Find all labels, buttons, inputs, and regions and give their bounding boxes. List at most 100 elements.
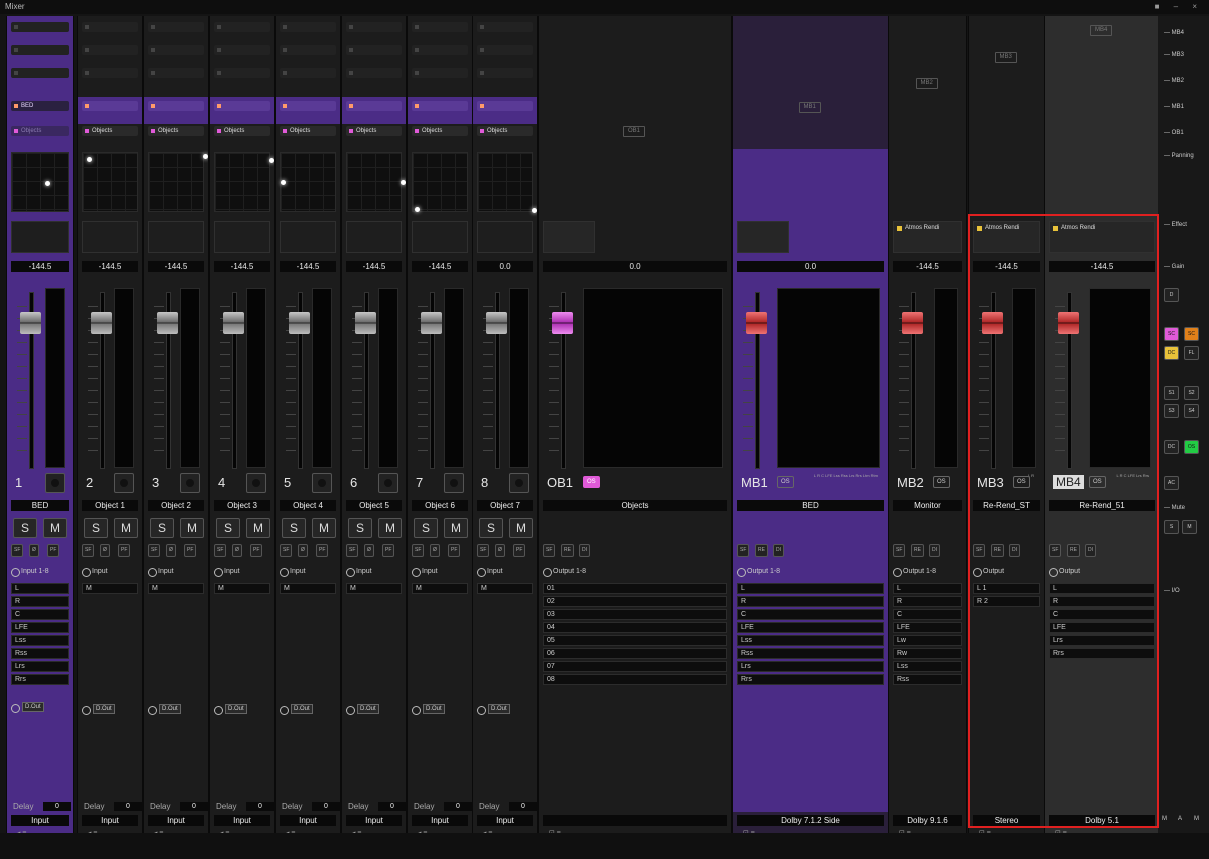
send-slot-objects[interactable]: Objects bbox=[82, 126, 138, 136]
sidebar-section-io[interactable]: — I/O bbox=[1164, 588, 1180, 594]
pf-button[interactable]: PF bbox=[448, 544, 461, 557]
di-button[interactable]: DI bbox=[1085, 544, 1096, 557]
effect-slot[interactable] bbox=[737, 221, 789, 253]
phase-button[interactable]: Ø bbox=[29, 544, 39, 557]
delay-value[interactable]: 0 bbox=[312, 802, 340, 811]
send-slot-bed[interactable] bbox=[412, 101, 468, 111]
pan-position-dot[interactable] bbox=[87, 157, 92, 162]
direct-out[interactable]: D.Out bbox=[82, 704, 115, 715]
re-button[interactable]: RE bbox=[755, 544, 768, 557]
phase-button[interactable]: Ø bbox=[298, 544, 308, 557]
sidebar-toggle[interactable]: D bbox=[1164, 288, 1179, 302]
io-channel[interactable]: 05 bbox=[543, 635, 727, 646]
io-channel[interactable]: 08 bbox=[543, 674, 727, 685]
effect-name[interactable]: Atmos Rendi bbox=[897, 225, 939, 231]
io-channel[interactable]: Lss bbox=[737, 635, 884, 646]
pf-button[interactable]: PF bbox=[184, 544, 197, 557]
os-badge[interactable]: OS bbox=[777, 476, 794, 488]
effect-slot[interactable]: Atmos Rendi bbox=[1049, 221, 1155, 253]
sidebar-bottom-button[interactable]: A bbox=[1178, 816, 1182, 822]
gain-readout[interactable]: -144.5 bbox=[280, 261, 336, 272]
panner[interactable] bbox=[214, 152, 274, 212]
effect-name[interactable]: Atmos Rendi bbox=[977, 225, 1019, 231]
strip-name[interactable]: Object 4 bbox=[280, 500, 336, 511]
effect-slot[interactable]: Atmos Rendi bbox=[973, 221, 1040, 253]
effect-slot[interactable] bbox=[346, 221, 402, 253]
io-channel[interactable]: Rrs bbox=[1049, 648, 1155, 659]
sf-button[interactable]: SF bbox=[973, 544, 986, 557]
sidebar-section-mb3[interactable]: — MB3 bbox=[1164, 52, 1184, 58]
pf-button[interactable]: PF bbox=[382, 544, 395, 557]
io-channel[interactable]: M bbox=[214, 583, 270, 594]
io-channel[interactable]: Lrs bbox=[1049, 635, 1155, 646]
send-slot[interactable] bbox=[346, 22, 402, 32]
io-channel[interactable]: R 2 bbox=[973, 596, 1040, 607]
effect-slot[interactable] bbox=[148, 221, 204, 253]
gain-readout[interactable]: -144.5 bbox=[1049, 261, 1155, 272]
pf-button[interactable]: PF bbox=[316, 544, 329, 557]
pf-button[interactable]: PF bbox=[47, 544, 60, 557]
io-channel[interactable]: M bbox=[477, 583, 533, 594]
direct-out[interactable]: D.Out bbox=[280, 704, 313, 715]
bus-label[interactable]: MB4 bbox=[1090, 25, 1113, 36]
io-header[interactable]: Output bbox=[1049, 568, 1080, 577]
io-channel[interactable]: LFE bbox=[737, 622, 884, 633]
send-slot[interactable] bbox=[412, 45, 468, 55]
sf-button[interactable]: SF bbox=[346, 544, 359, 557]
input-label[interactable]: Input bbox=[82, 815, 138, 826]
sf-button[interactable]: SF bbox=[148, 544, 161, 557]
sidebar-section-mb2[interactable]: — MB2 bbox=[1164, 78, 1184, 84]
fader-knob[interactable] bbox=[746, 312, 767, 334]
io-channel[interactable]: L bbox=[11, 583, 69, 594]
sidebar-mode-button[interactable]: FL bbox=[1184, 346, 1199, 360]
delay-value[interactable]: 0 bbox=[43, 802, 71, 811]
bus-label[interactable]: OB1 bbox=[623, 126, 646, 137]
io-channel[interactable]: 02 bbox=[543, 596, 727, 607]
send-slot-objects[interactable]: Objects bbox=[148, 126, 204, 136]
send-slot[interactable] bbox=[214, 22, 270, 32]
record-button[interactable] bbox=[114, 473, 134, 493]
panner[interactable] bbox=[412, 152, 468, 212]
sidebar-section-mb1[interactable]: — MB1 bbox=[1164, 104, 1184, 110]
send-slot[interactable] bbox=[214, 45, 270, 55]
io-channel[interactable]: C bbox=[11, 609, 69, 620]
io-channel[interactable]: R bbox=[11, 596, 69, 607]
gain-readout[interactable]: -144.5 bbox=[11, 261, 69, 272]
output-format[interactable]: Stereo bbox=[973, 815, 1040, 826]
send-slot[interactable] bbox=[214, 68, 270, 78]
io-channel[interactable]: LFE bbox=[1049, 622, 1155, 633]
fader-knob[interactable] bbox=[355, 312, 376, 334]
send-slot-bed[interactable] bbox=[477, 101, 533, 111]
phase-button[interactable]: Ø bbox=[232, 544, 242, 557]
send-slot[interactable] bbox=[346, 68, 402, 78]
bus-label[interactable]: MB3 bbox=[994, 52, 1017, 63]
sidebar-mode-button[interactable]: S3 bbox=[1164, 404, 1179, 418]
sf-button[interactable]: SF bbox=[11, 544, 24, 557]
io-channel[interactable]: M bbox=[82, 583, 138, 594]
mute-button[interactable]: M bbox=[180, 518, 204, 538]
io-channel[interactable]: Rrs bbox=[737, 674, 884, 685]
send-slot[interactable] bbox=[477, 45, 533, 55]
sf-button[interactable]: SF bbox=[543, 544, 556, 557]
gain-readout[interactable]: -144.5 bbox=[973, 261, 1040, 272]
io-header[interactable]: Input bbox=[214, 568, 240, 577]
panner[interactable] bbox=[280, 152, 336, 212]
send-slot[interactable] bbox=[82, 45, 138, 55]
send-slot[interactable] bbox=[280, 22, 336, 32]
send-slot[interactable] bbox=[346, 45, 402, 55]
effect-slot[interactable] bbox=[280, 221, 336, 253]
strip-name[interactable]: Object 2 bbox=[148, 500, 204, 511]
io-channel[interactable]: Rw bbox=[893, 648, 962, 659]
sf-button[interactable]: SF bbox=[1049, 544, 1062, 557]
fader-knob[interactable] bbox=[157, 312, 178, 334]
record-button[interactable] bbox=[378, 473, 398, 493]
sidebar-bottom-button[interactable]: M bbox=[1162, 816, 1167, 822]
io-channel[interactable]: 06 bbox=[543, 648, 727, 659]
mute-button[interactable]: M bbox=[378, 518, 402, 538]
send-slot-bed[interactable] bbox=[82, 101, 138, 111]
phase-button[interactable]: Ø bbox=[166, 544, 176, 557]
io-header[interactable]: Input bbox=[346, 568, 372, 577]
effect-slot[interactable] bbox=[543, 221, 595, 253]
send-slot[interactable] bbox=[11, 45, 69, 55]
io-channel[interactable]: M bbox=[346, 583, 402, 594]
